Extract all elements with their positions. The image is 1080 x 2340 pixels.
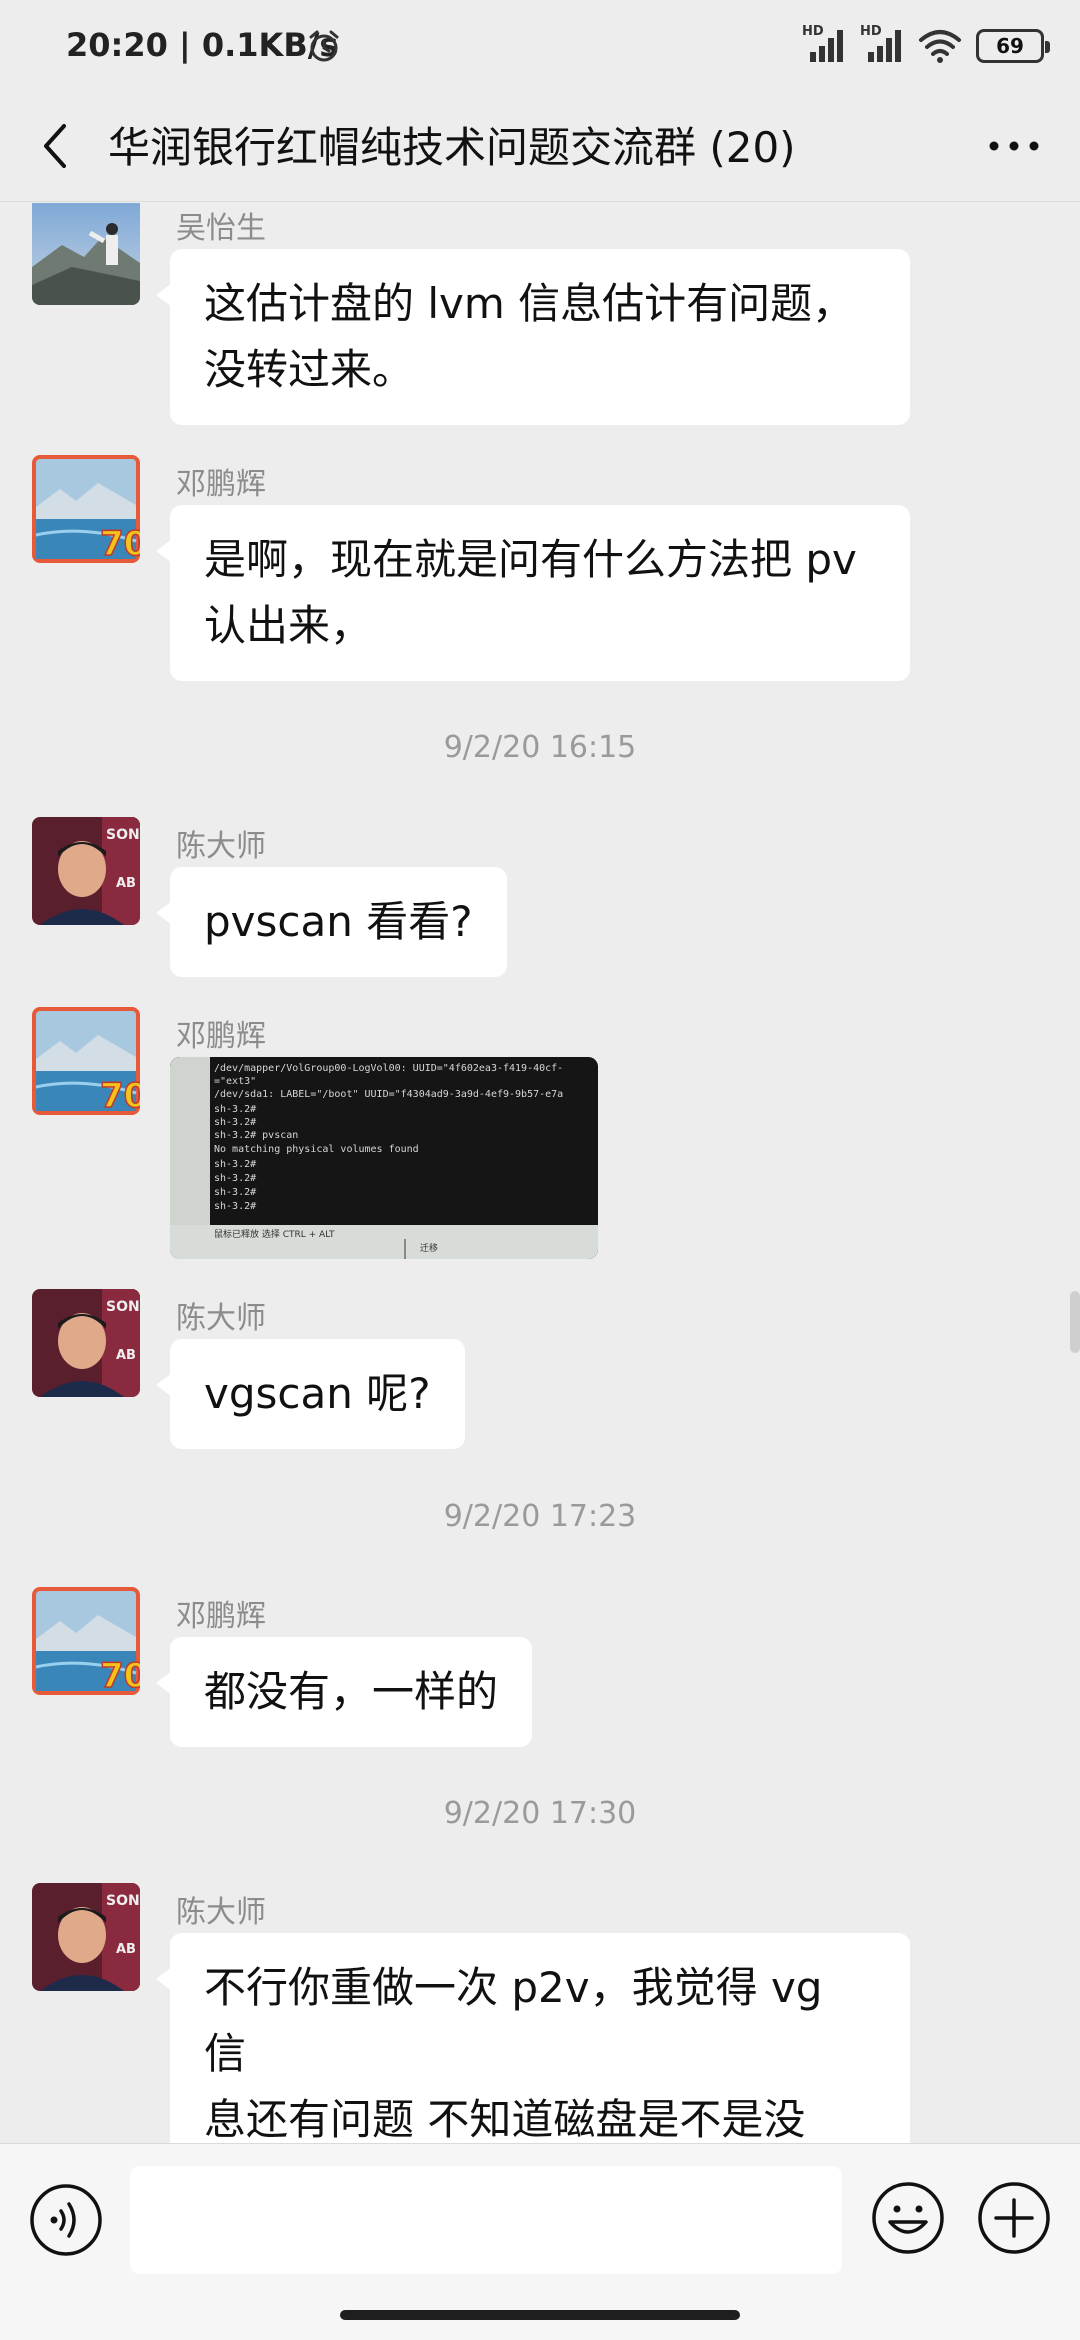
terminal-line: sh-3.2# bbox=[214, 1173, 256, 1184]
status-bar: 20:20 | 0.1KB/s HD HD 69 bbox=[0, 0, 1080, 90]
message-line: 息还有问题 不知道磁盘是不是没 bbox=[204, 2095, 806, 2143]
terminal-line: sh-3.2# bbox=[214, 1201, 256, 1212]
chat-header: 华润银行红帽纯技术问题交流群 (20) bbox=[0, 90, 1080, 202]
message-line: 是啊，现在就是问有什么方法把 pv bbox=[204, 535, 857, 584]
cell-signal-icon-2: HD bbox=[860, 24, 904, 64]
sender-name: 吴怡生 bbox=[176, 211, 266, 246]
svg-text:SONY: SONY bbox=[106, 1893, 140, 1909]
battery-level: 69 bbox=[996, 34, 1024, 58]
message-bubble[interactable]: pvscan 看看? bbox=[156, 867, 507, 977]
terminal-line: No matching physical volumes found bbox=[214, 1144, 419, 1155]
avatar-chen-dashi[interactable]: SONY AB bbox=[32, 1883, 140, 1991]
sender-name: 陈大师 bbox=[176, 1301, 266, 1336]
emoji-icon[interactable] bbox=[870, 2180, 946, 2256]
message-input[interactable] bbox=[130, 2166, 842, 2274]
cell-signal-icon: HD bbox=[802, 24, 846, 64]
svg-text:AB: AB bbox=[116, 1942, 136, 1957]
message-list[interactable]: 吴怡生 这估计盘的 lvm 信息估计有问题， 没转过来。 70 邓鹏辉 是啊，现… bbox=[0, 203, 1080, 2143]
svg-text:70: 70 bbox=[100, 1076, 140, 1115]
home-indicator[interactable] bbox=[340, 2310, 740, 2320]
message-line: 认出来， bbox=[204, 601, 373, 650]
terminal-line: sh-3.2# pvscan bbox=[214, 1130, 298, 1141]
timestamp: 9/2/20 17:23 bbox=[443, 1499, 637, 1534]
terminal-line: sh-3.2# bbox=[214, 1159, 256, 1170]
message-line: 都没有，一样的 bbox=[204, 1667, 499, 1716]
message-line: 没转过来。 bbox=[204, 345, 415, 394]
sender-name: 邓鹏辉 bbox=[176, 1019, 266, 1054]
svg-text:AB: AB bbox=[116, 876, 136, 891]
vm-migrate-text: 迁移 bbox=[420, 1242, 438, 1254]
timestamp: 9/2/20 17:30 bbox=[443, 1796, 637, 1831]
terminal-line: /dev/mapper/VolGroup00-LogVol00: UUID="4… bbox=[214, 1063, 563, 1074]
more-options-icon[interactable] bbox=[984, 124, 1044, 168]
message-bubble[interactable]: 都没有，一样的 bbox=[155, 1637, 533, 1747]
avatar-chen-dashi[interactable]: SONY AB bbox=[32, 817, 140, 925]
image-message[interactable]: /dev/mapper/VolGroup00-LogVol00: UUID="4… bbox=[170, 1057, 598, 1259]
sender-name: 邓鹏辉 bbox=[176, 1599, 266, 1634]
status-time: 20:20 | 0.1KB/s bbox=[66, 26, 339, 64]
terminal-line: ="ext3" bbox=[214, 1076, 256, 1087]
avatar-chen-dashi[interactable]: SONY AB bbox=[32, 1289, 140, 1397]
avatar-deng-penghui[interactable]: 70 bbox=[32, 455, 140, 563]
terminal-line: sh-3.2# bbox=[214, 1117, 256, 1128]
svg-text:AB: AB bbox=[116, 1348, 136, 1363]
back-arrow-icon[interactable] bbox=[36, 120, 76, 172]
sender-name: 陈大师 bbox=[176, 829, 266, 864]
avatar-deng-penghui[interactable]: 70 bbox=[32, 1587, 140, 1695]
sender-name: 陈大师 bbox=[176, 1895, 266, 1930]
plus-icon[interactable] bbox=[976, 2180, 1052, 2256]
message-bubble[interactable]: vgscan 呢? bbox=[156, 1339, 465, 1449]
alarm-clock-icon bbox=[309, 30, 339, 62]
scrollbar-thumb[interactable] bbox=[1070, 1291, 1080, 1353]
timestamp: 9/2/20 16:15 bbox=[443, 730, 637, 765]
svg-text:70: 70 bbox=[100, 524, 140, 563]
vm-status-text: 鼠标已释放 选择 CTRL + ALT bbox=[214, 1228, 335, 1240]
avatar-deng-penghui[interactable]: 70 bbox=[32, 1007, 140, 1115]
svg-text:SONY: SONY bbox=[106, 827, 140, 843]
svg-text:70: 70 bbox=[100, 1656, 140, 1695]
svg-text:SONY: SONY bbox=[106, 1299, 140, 1315]
message-line: 这估计盘的 lvm 信息估计有问题， bbox=[204, 279, 855, 328]
wifi-icon bbox=[919, 30, 961, 63]
terminal-line: sh-3.2# bbox=[214, 1187, 256, 1198]
battery-icon: 69 bbox=[976, 29, 1050, 63]
message-line: vgscan 呢? bbox=[204, 1369, 431, 1418]
avatar-wu-yisheng[interactable] bbox=[32, 203, 140, 305]
message-bubble[interactable]: 不行你重做一次 p2v，我觉得 vg 信 息还有问题 不知道磁盘是不是没 导对 bbox=[156, 1933, 910, 2143]
sender-name: 邓鹏辉 bbox=[176, 467, 266, 502]
voice-input-icon[interactable] bbox=[28, 2182, 104, 2258]
chat-title: 华润银行红帽纯技术问题交流群 (20) bbox=[108, 123, 796, 172]
terminal-line: sh-3.2# bbox=[214, 1104, 256, 1115]
message-line: pvscan 看看? bbox=[204, 897, 473, 946]
message-bubble[interactable]: 是啊，现在就是问有什么方法把 pv 认出来， bbox=[156, 505, 910, 681]
terminal-line: /dev/sda1: LABEL="/boot" UUID="f4304ad9-… bbox=[214, 1089, 563, 1100]
message-bubble[interactable]: 这估计盘的 lvm 信息估计有问题， 没转过来。 bbox=[156, 249, 910, 425]
message-line: 不行你重做一次 p2v，我觉得 vg 信 bbox=[204, 1963, 823, 2078]
